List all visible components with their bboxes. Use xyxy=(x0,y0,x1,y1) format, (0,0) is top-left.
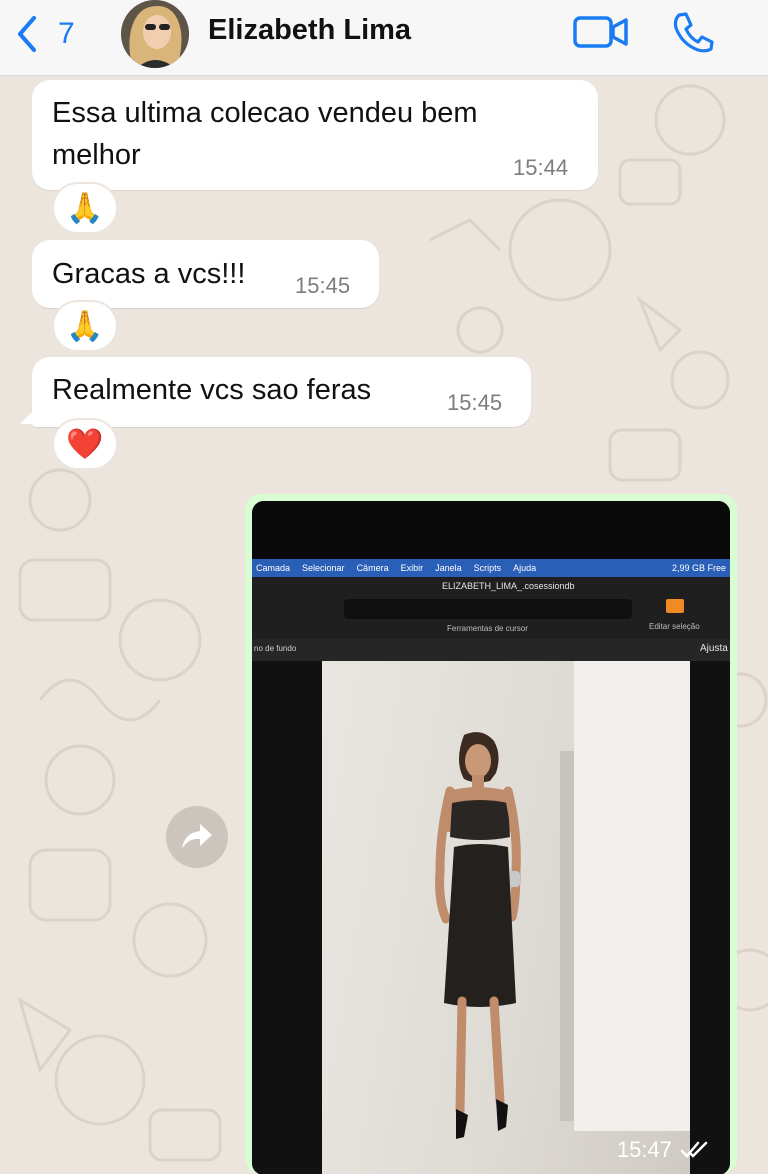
screen-menu-item: Camada xyxy=(256,563,291,573)
screen-menu-item: Exibir xyxy=(400,563,424,573)
screen-edit-label: Editar seleção xyxy=(649,622,700,631)
message-bubble[interactable]: Essa ultima colecao vendeu bem melhor 15… xyxy=(32,80,598,190)
screen-adjust-label: Ajusta xyxy=(700,643,728,654)
message-line: melhor xyxy=(52,139,141,171)
message-time: 15:44 xyxy=(513,155,569,180)
photo-attachment[interactable]: Camada Selecionar Câmera Exibir Janela S… xyxy=(252,501,730,1174)
message-time: 15:47 xyxy=(616,1137,672,1162)
back-button[interactable]: 7 xyxy=(14,12,94,56)
message-text: Essa ultima colecao vendeu bem melhor xyxy=(52,92,478,176)
message-line: Essa ultima colecao vendeu bem xyxy=(52,97,478,129)
video-call-icon[interactable] xyxy=(572,12,630,52)
screen-toolbar: ELIZABETH_LIMA_.cosessiondb Ferramentas … xyxy=(252,577,730,639)
image-message[interactable]: Camada Selecionar Câmera Exibir Janela S… xyxy=(245,494,737,1174)
message-bubble[interactable]: Realmente vcs sao feras 15:45 xyxy=(32,357,531,427)
chevron-left-icon xyxy=(18,16,36,52)
double-check-icon xyxy=(680,1141,708,1158)
screen-menu-item: Scripts xyxy=(473,563,502,573)
screen-menubar: Camada Selecionar Câmera Exibir Janela S… xyxy=(252,559,730,577)
reaction-badge[interactable]: 🙏 xyxy=(52,300,118,352)
contact-name[interactable]: Elizabeth Lima xyxy=(208,14,411,47)
message-bubble[interactable]: Gracas a vcs!!! 15:45 xyxy=(32,240,379,308)
message-time: 15:45 xyxy=(447,390,503,415)
phone-call-icon[interactable] xyxy=(670,10,716,54)
message-text: Gracas a vcs!!! xyxy=(52,258,246,290)
photo-wall-block xyxy=(574,661,690,1131)
avatar-photo xyxy=(121,0,189,68)
screen-filename: ELIZABETH_LIMA_.cosessiondb xyxy=(442,581,575,591)
screen-menu-item: Janela xyxy=(435,563,462,573)
message-time: 15:45 xyxy=(295,273,351,298)
chat-header: 7 Elizabeth Lima xyxy=(0,0,768,76)
edit-selection-icon xyxy=(666,599,684,613)
screen-layer-bar: no de fundo Ajusta xyxy=(252,639,730,661)
reaction-badge[interactable]: 🙏 xyxy=(52,182,118,234)
screen-menu-item: Câmera xyxy=(356,563,389,573)
model-figure xyxy=(435,732,521,1139)
unread-count: 7 xyxy=(58,17,75,50)
screen-tools-strip xyxy=(344,599,632,619)
screen-storage: 2,99 GB Free xyxy=(671,563,726,573)
avatar[interactable] xyxy=(121,0,189,68)
screen-menu-item: Ajuda xyxy=(513,563,537,573)
forward-button[interactable] xyxy=(166,806,228,868)
monitor-bezel xyxy=(252,501,730,559)
screen-tools-label: Ferramentas de cursor xyxy=(447,624,528,633)
reaction-badge[interactable]: ❤️ xyxy=(52,418,118,470)
screen-menu-item: Selecionar xyxy=(302,563,345,573)
screen-layer-label: no de fundo xyxy=(254,644,297,653)
image-timestamp-group: 15:47 xyxy=(617,1137,708,1163)
forward-icon xyxy=(182,824,212,849)
message-text: Realmente vcs sao feras xyxy=(52,374,372,406)
fashion-photo xyxy=(322,661,690,1174)
